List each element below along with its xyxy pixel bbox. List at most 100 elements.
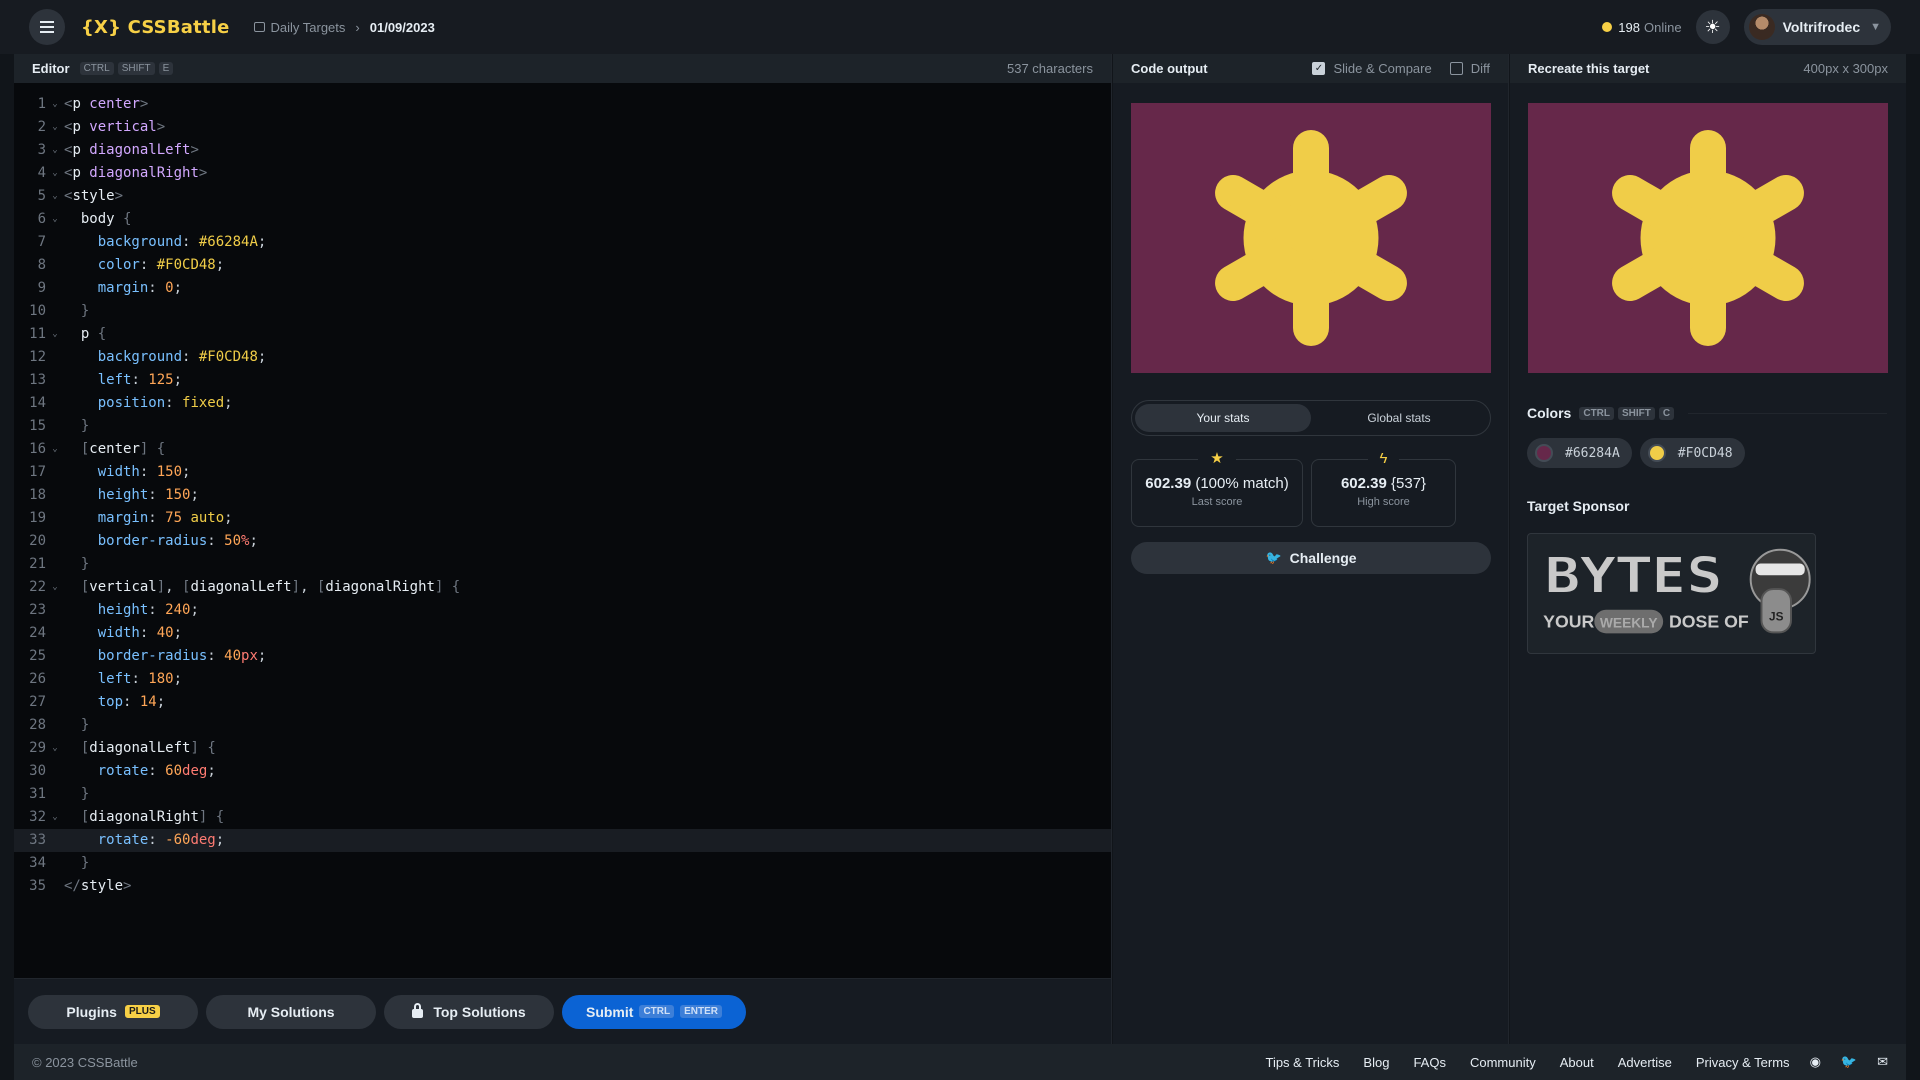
fold-chevron-icon[interactable]: ⌄ <box>46 576 64 599</box>
email-icon[interactable]: ✉ <box>1877 1054 1888 1070</box>
menu-button[interactable] <box>29 9 65 45</box>
footer-link-privacy[interactable]: Privacy & Terms <box>1696 1055 1790 1070</box>
code-text: <p vertical> <box>64 116 165 139</box>
footer-link-faqs[interactable]: FAQs <box>1413 1055 1446 1070</box>
checkbox-unchecked-icon[interactable] <box>1449 62 1463 75</box>
fold-chevron-icon[interactable]: ⌄ <box>46 162 64 185</box>
sponsor-teeth <box>1755 563 1805 576</box>
my-solutions-button[interactable]: My Solutions <box>206 994 376 1029</box>
code-line[interactable]: 12 background: #F0CD48; <box>14 346 1111 369</box>
code-line[interactable]: 11 ⌄ p { <box>14 323 1111 346</box>
code-line[interactable]: 20 border-radius: 50%; <box>14 530 1111 553</box>
code-token: > <box>114 188 124 204</box>
code-line[interactable]: 33 rotate: -60deg; <box>14 829 1111 852</box>
diff-toggle[interactable]: Diff <box>1449 61 1490 76</box>
color-swatch-primary[interactable]: #66284A <box>1527 438 1632 468</box>
line-number: 24 <box>29 625 46 641</box>
user-menu-button[interactable]: Voltrifrodec ▼ <box>1743 9 1891 45</box>
code-line[interactable]: 2 ⌄ <p vertical> <box>14 116 1111 139</box>
fold-chevron-icon[interactable]: ⌄ <box>46 116 64 139</box>
code-line[interactable]: 26 left: 180; <box>14 668 1111 691</box>
theme-toggle-button[interactable]: ☀ <box>1695 10 1730 44</box>
footer-link-about[interactable]: About <box>1560 1055 1594 1070</box>
code-line[interactable]: 21 } <box>14 553 1111 576</box>
discord-icon[interactable]: ◉ <box>1810 1054 1821 1070</box>
code-editor[interactable]: 1 ⌄ <p center> 2 ⌄ <p vertical> 3 ⌄ <p diagonalL… <box>14 93 1111 898</box>
code-line[interactable]: 15 } <box>14 415 1111 438</box>
plugins-button[interactable]: Plugins PLUS <box>28 994 198 1029</box>
code-line[interactable]: 29 ⌄ [diagonalLeft] { <box>14 737 1111 760</box>
code-line[interactable]: 34 } <box>14 852 1111 875</box>
code-line[interactable]: 8 color: #F0CD48; <box>14 254 1111 277</box>
fold-chevron-icon[interactable]: ⌄ <box>46 93 64 116</box>
footer-link-advertise[interactable]: Advertise <box>1618 1055 1672 1070</box>
code-line[interactable]: 14 position: fixed; <box>14 392 1111 415</box>
code-line[interactable]: 24 width: 40; <box>14 622 1111 645</box>
code-line[interactable]: 16 ⌄ [center] { <box>14 438 1111 461</box>
code-line[interactable]: 6 ⌄ body { <box>14 208 1111 231</box>
code-line[interactable]: 17 width: 150; <box>14 461 1111 484</box>
code-line[interactable]: 35 </style> <box>14 875 1111 898</box>
logo[interactable]: {X} CSSBattle <box>81 17 230 38</box>
online-label: Online <box>1644 19 1682 35</box>
challenge-button[interactable]: 🐦 Challenge <box>1131 542 1491 574</box>
target-canvas <box>1528 103 1888 373</box>
line-number: 5 <box>37 188 46 204</box>
code-line[interactable]: 7 background: #66284A; <box>14 231 1111 254</box>
code-line[interactable]: 18 height: 150; <box>14 484 1111 507</box>
fold-chevron-icon[interactable]: ⌄ <box>46 737 64 760</box>
character-count: 537 characters <box>1007 61 1093 76</box>
code-line[interactable]: 23 height: 240; <box>14 599 1111 622</box>
submit-button[interactable]: Submit CTRL ENTER <box>562 994 746 1029</box>
code-line[interactable]: 22 ⌄ [vertical], [diagonalLeft], [diagona… <box>14 576 1111 599</box>
code-line[interactable]: 25 border-radius: 40px; <box>14 645 1111 668</box>
checkbox-checked-icon[interactable]: ✓ <box>1312 62 1326 75</box>
breadcrumb-daily-targets[interactable]: Daily Targets <box>271 20 346 35</box>
code-token: p <box>72 142 81 158</box>
footer-link-blog[interactable]: Blog <box>1363 1055 1389 1070</box>
code-line[interactable]: 27 top: 14; <box>14 691 1111 714</box>
line-number: 6 <box>37 211 46 227</box>
code-line[interactable]: 30 rotate: 60deg; <box>14 760 1111 783</box>
code-line[interactable]: 3 ⌄ <p diagonalLeft> <box>14 139 1111 162</box>
plus-badge: PLUS <box>124 1005 160 1018</box>
fold-chevron-icon[interactable]: ⌄ <box>46 185 64 208</box>
fold-chevron-icon[interactable]: ⌄ <box>46 806 64 829</box>
fold-chevron-icon[interactable]: ⌄ <box>46 139 64 162</box>
code-line[interactable]: 13 left: 125; <box>14 369 1111 392</box>
footer-link-tips[interactable]: Tips & Tricks <box>1265 1055 1339 1070</box>
code-line[interactable]: 5 ⌄ <style> <box>14 185 1111 208</box>
tab-your-stats[interactable]: Your stats <box>1135 404 1311 432</box>
code-output-canvas[interactable] <box>1131 103 1491 373</box>
code-token: ] <box>156 579 166 595</box>
tab-global-stats[interactable]: Global stats <box>1311 404 1487 432</box>
footer-link-community[interactable]: Community <box>1470 1055 1536 1070</box>
code-line[interactable]: 4 ⌄ <p diagonalRight> <box>14 162 1111 185</box>
code-line[interactable]: 31 } <box>14 783 1111 806</box>
line-number: 29 <box>29 740 46 756</box>
twitter-icon[interactable]: 🐦 <box>1841 1054 1857 1070</box>
editor-header: Editor CTRL SHIFT E 537 characters <box>14 54 1111 83</box>
color-swatch-secondary[interactable]: #F0CD48 <box>1639 438 1745 468</box>
code-token: diagonalRight <box>89 809 199 825</box>
challenge-label: Challenge <box>1289 550 1357 566</box>
code-line[interactable]: 10 } <box>14 300 1111 323</box>
code-line[interactable]: 32 ⌄ [diagonalRight] { <box>14 806 1111 829</box>
code-line[interactable]: 1 ⌄ <p center> <box>14 93 1111 116</box>
code-line[interactable]: 19 margin: 75 auto; <box>14 507 1111 530</box>
code-token: : <box>165 395 183 411</box>
target-title: Recreate this target <box>1528 61 1650 76</box>
fold-gutter <box>46 553 64 576</box>
code-line[interactable]: 28 } <box>14 714 1111 737</box>
sponsor-logo[interactable]: BYTES YOUR WEEKLY DOSE OF JS <box>1527 533 1816 654</box>
fold-chevron-icon[interactable]: ⌄ <box>46 208 64 231</box>
fold-chevron-icon[interactable]: ⌄ <box>46 438 64 461</box>
code-line[interactable]: 9 margin: 0; <box>14 277 1111 300</box>
top-solutions-button[interactable]: Top Solutions <box>384 994 554 1029</box>
slide-compare-toggle[interactable]: ✓ Slide & Compare <box>1312 61 1432 76</box>
code-token: ; <box>257 648 267 664</box>
fold-chevron-icon[interactable]: ⌄ <box>46 323 64 346</box>
